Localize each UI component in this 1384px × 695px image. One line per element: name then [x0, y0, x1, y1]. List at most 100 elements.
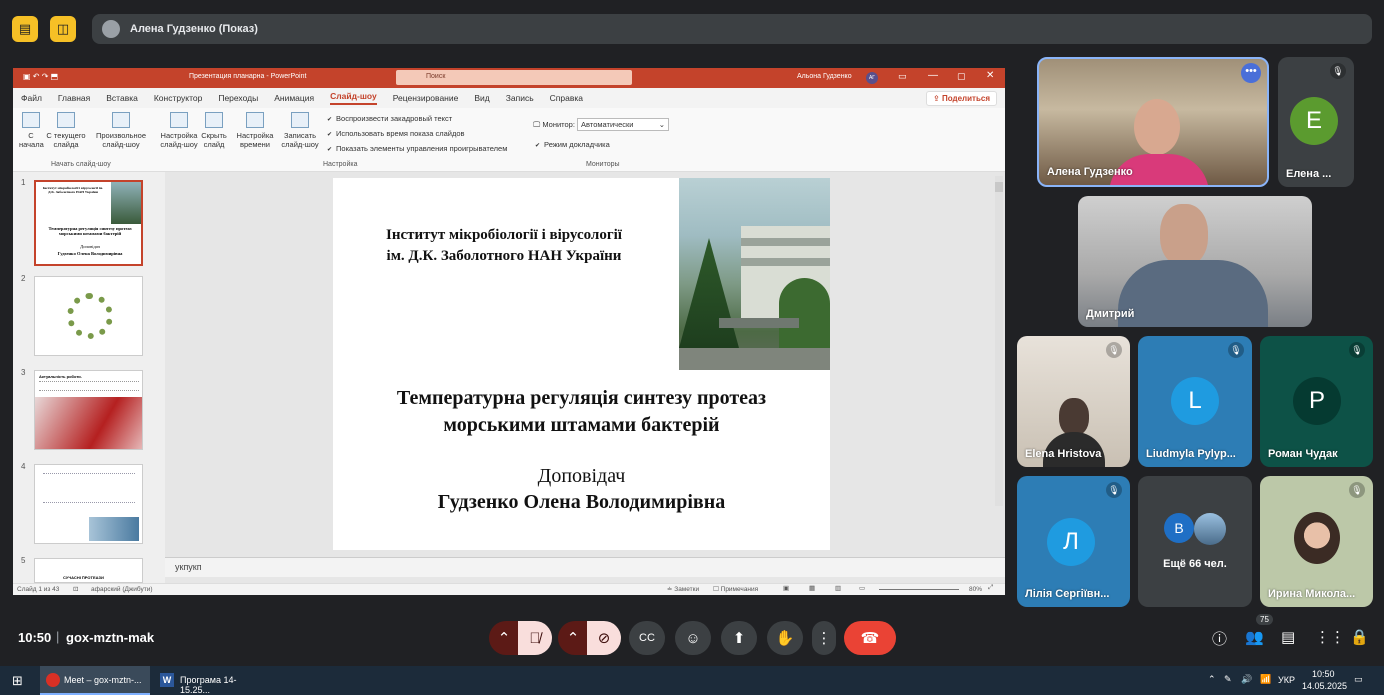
- menu-design[interactable]: Конструктор: [154, 93, 202, 103]
- taskbar-item-label: Програма 14-15.25...: [180, 675, 237, 695]
- menu-transitions[interactable]: Переходы: [218, 93, 258, 103]
- custom-show-button[interactable]: Произвольное слайд-шоу: [91, 112, 151, 149]
- mic-toggle-button[interactable]: 🎙̸: [518, 621, 552, 655]
- volume-icon[interactable]: 🔊: [1241, 674, 1252, 685]
- notes-status-button[interactable]: ≐ Заметки: [667, 585, 699, 593]
- clock-date[interactable]: 14.05.2025: [1302, 681, 1347, 691]
- menu-view[interactable]: Вид: [474, 93, 489, 103]
- presenter-chip[interactable]: Алена Гудзенко (Показ): [92, 14, 1372, 44]
- hide-slide-button[interactable]: Скрыть слайд: [199, 112, 229, 149]
- participant-tile[interactable]: Дмитрий: [1078, 196, 1312, 327]
- chat-icon[interactable]: ▤: [1281, 628, 1295, 646]
- thumb-slide-4[interactable]: [34, 464, 143, 544]
- menu-insert[interactable]: Вставка: [106, 93, 138, 103]
- hide-slide-label: Скрыть слайд: [201, 131, 227, 149]
- people-icon[interactable]: 👥: [1245, 628, 1264, 646]
- zoom-level[interactable]: 80%: [969, 586, 982, 593]
- reading-view-icon[interactable]: ▥: [835, 584, 841, 592]
- network-icon[interactable]: 📶: [1260, 674, 1271, 685]
- participant-tile[interactable]: 🎙︎ Л Лілія Сергіївн...: [1017, 476, 1130, 607]
- vertical-scrollbar[interactable]: [995, 176, 1003, 506]
- thumb-slide-1[interactable]: Інститут мікробіології і вірусології ім.…: [34, 180, 143, 266]
- participant-tile[interactable]: 🎙︎ Elena Hristova: [1017, 336, 1130, 467]
- notification-icon[interactable]: ▭: [1354, 674, 1363, 685]
- reactions-button[interactable]: ☺: [675, 621, 711, 655]
- menu-home[interactable]: Главная: [58, 93, 90, 103]
- sorter-view-icon[interactable]: ▦: [809, 584, 815, 592]
- windows-start-icon[interactable]: ⊞: [12, 673, 23, 689]
- more-options-button[interactable]: ⋮: [812, 621, 836, 655]
- from-start-button[interactable]: С начала: [19, 112, 44, 149]
- info-icon[interactable]: ⓘ: [1212, 628, 1227, 649]
- participant-tile-presenter[interactable]: ••• Алена Гудзенко: [1037, 57, 1269, 187]
- maximize-icon[interactable]: ▢: [957, 71, 966, 82]
- meeting-code[interactable]: gox-mztn-mak: [66, 630, 154, 645]
- raise-hand-button[interactable]: ✋: [767, 621, 803, 655]
- close-icon[interactable]: ✕: [986, 70, 994, 81]
- monitor-select[interactable]: Автоматически ⌄: [577, 118, 670, 131]
- leave-call-button[interactable]: ☎: [844, 621, 896, 655]
- notes-pane[interactable]: укпукп: [165, 557, 1005, 577]
- camera-toggle-button[interactable]: ⊘: [587, 621, 621, 655]
- slideshow-view-icon[interactable]: ▭: [859, 584, 865, 592]
- participant-tile[interactable]: 🎙︎ P Роман Чудак: [1260, 336, 1373, 467]
- rehearse-timings-button[interactable]: Настройка времени: [234, 112, 276, 149]
- thumb-slide-5[interactable]: СУЧАСНІ ПРОТЕАЗИ: [34, 558, 143, 583]
- clock-time[interactable]: 10:50: [1312, 669, 1335, 679]
- thumb-number: 4: [21, 462, 26, 471]
- pen-icon[interactable]: ✎: [1224, 674, 1232, 685]
- slide-editing-area: Інститут мікробіології і вірусології ім.…: [165, 172, 1005, 595]
- menu-slideshow[interactable]: Слайд-шоу: [330, 91, 377, 105]
- chevron-up-icon: ⌃: [566, 630, 580, 647]
- notes-status-label: Заметки: [674, 586, 700, 593]
- taskbar-item-word[interactable]: W Програма 14-15.25...: [154, 666, 264, 695]
- present-screen-button[interactable]: ⬆: [721, 621, 757, 655]
- fit-slide-icon[interactable]: ⤢: [988, 584, 993, 592]
- tray-chevron-icon[interactable]: ⌃: [1208, 674, 1216, 685]
- ppt-user-avatar[interactable]: АГ: [866, 72, 878, 84]
- thumb-slide-2[interactable]: [34, 276, 143, 356]
- current-slide[interactable]: Інститут мікробіології і вірусології ім.…: [333, 178, 830, 550]
- audio-options-button[interactable]: ⌃: [489, 621, 519, 655]
- activities-grid-icon[interactable]: ⋮⋮: [1315, 628, 1345, 646]
- quick-access-icons[interactable]: ▣ ↶ ↷ ⬒: [23, 72, 58, 81]
- captions-button[interactable]: CC: [629, 621, 665, 655]
- activities-icon[interactable]: ◫: [50, 16, 76, 42]
- divider: |: [56, 629, 60, 644]
- menu-animations[interactable]: Анимация: [274, 93, 314, 103]
- presenter-view-checkbox[interactable]: Режим докладчика: [535, 140, 610, 149]
- from-current-button[interactable]: С текущего слайда: [45, 112, 87, 149]
- comments-status-button[interactable]: ☐ Примечания: [713, 585, 758, 593]
- setup-show-button[interactable]: Настройка слайд-шоу: [158, 112, 200, 149]
- minimize-icon[interactable]: —: [928, 70, 938, 81]
- record-show-button[interactable]: Записать слайд-шоу: [277, 112, 323, 149]
- thumb2-diagram: [67, 293, 113, 339]
- taskbar-item-meet[interactable]: Meet – gox-mztn-...: [40, 666, 150, 695]
- notes-text: укпукп: [175, 562, 202, 572]
- language-indicator[interactable]: УКР: [1278, 675, 1295, 685]
- ribbon-display-icon[interactable]: ▭: [898, 71, 907, 82]
- timings-checkbox[interactable]: Использовать время показа слайдов: [327, 129, 464, 138]
- present-icon[interactable]: ▤: [12, 16, 38, 42]
- normal-view-icon[interactable]: ▣: [783, 584, 789, 592]
- participant-tile[interactable]: 🎙︎ Ирина Микола...: [1260, 476, 1373, 607]
- more-participants-tile[interactable]: B Ещё 66 чел.: [1138, 476, 1252, 607]
- ppt-search-box[interactable]: Поиск: [396, 70, 632, 85]
- menu-review[interactable]: Рецензирование: [393, 93, 459, 103]
- video-options-button[interactable]: ⌃: [558, 621, 588, 655]
- zoom-slider[interactable]: [879, 589, 959, 590]
- participant-tile[interactable]: 🎙︎ L Liudmyla Pylyp...: [1138, 336, 1252, 467]
- menu-help[interactable]: Справка: [550, 93, 583, 103]
- participant-tile[interactable]: 🎙︎ E Елена ...: [1278, 57, 1354, 187]
- language-indicator[interactable]: афарский (Джибути): [91, 586, 153, 593]
- menu-record[interactable]: Запись: [506, 93, 534, 103]
- spellcheck-icon[interactable]: ⊡: [73, 585, 78, 593]
- host-controls-icon[interactable]: 🔒: [1350, 628, 1369, 646]
- thumb-slide-3[interactable]: Актуальність роботи.: [34, 370, 143, 450]
- controls-checkbox[interactable]: Показать элементы управления проигрывате…: [327, 144, 507, 153]
- share-button[interactable]: ⇪ Поделиться: [926, 91, 997, 106]
- menu-file[interactable]: Файл: [21, 93, 42, 103]
- thumb4-text-lines: [43, 473, 135, 503]
- narration-checkbox[interactable]: Воспроизвести закадровый текст: [327, 114, 452, 123]
- more-options-icon[interactable]: •••: [1241, 63, 1261, 83]
